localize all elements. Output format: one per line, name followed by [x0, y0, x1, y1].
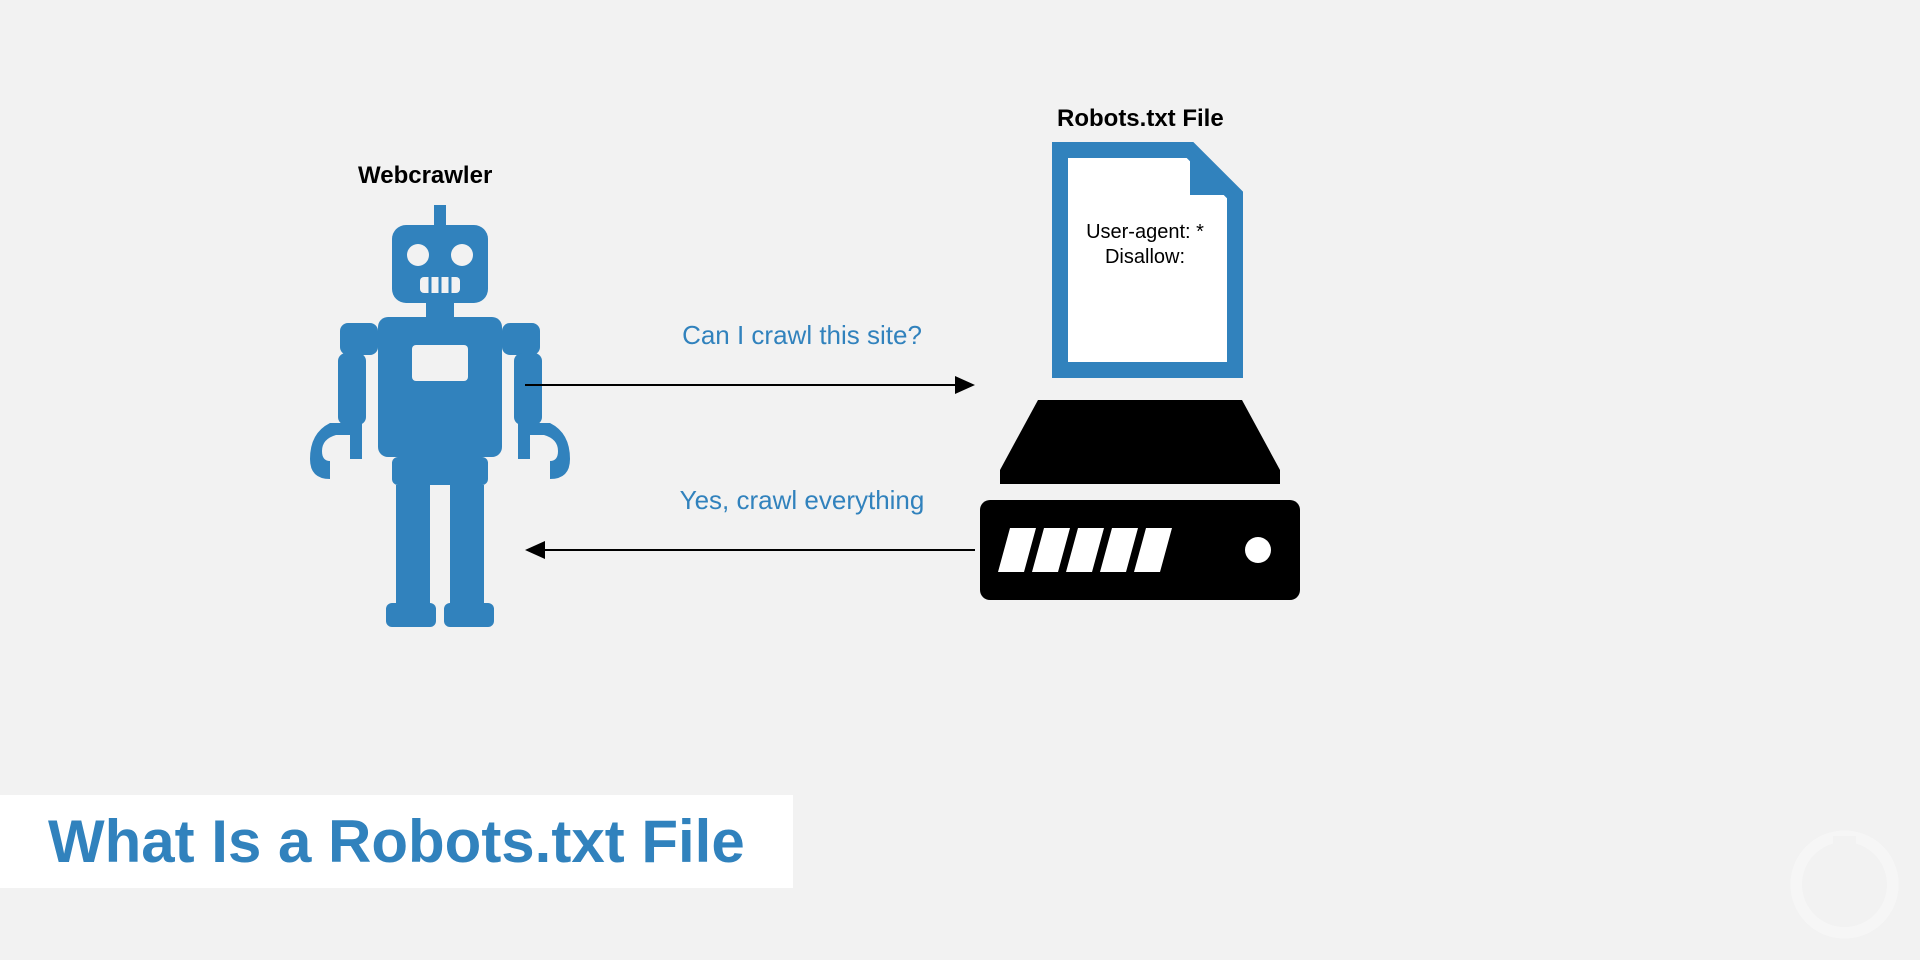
- robot-icon: [300, 205, 580, 635]
- answer-text: Yes, crawl everything: [627, 485, 977, 516]
- page-title: What Is a Robots.txt File: [48, 807, 745, 876]
- watermark-icon: [1787, 827, 1902, 942]
- file-line-2: Disallow:: [1105, 246, 1185, 268]
- robots-file-label: Robots.txt File: [1057, 105, 1224, 133]
- question-text: Can I crawl this site?: [627, 320, 977, 351]
- server-icon: [980, 400, 1300, 620]
- arrow-left-icon: [525, 535, 975, 565]
- title-box: What Is a Robots.txt File: [0, 795, 793, 888]
- file-content: User-agent: * Disallow:: [1070, 220, 1220, 270]
- arrow-right-icon: [525, 370, 975, 400]
- file-line-1: User-agent: *: [1086, 221, 1204, 243]
- webcrawler-label: Webcrawler: [358, 162, 492, 190]
